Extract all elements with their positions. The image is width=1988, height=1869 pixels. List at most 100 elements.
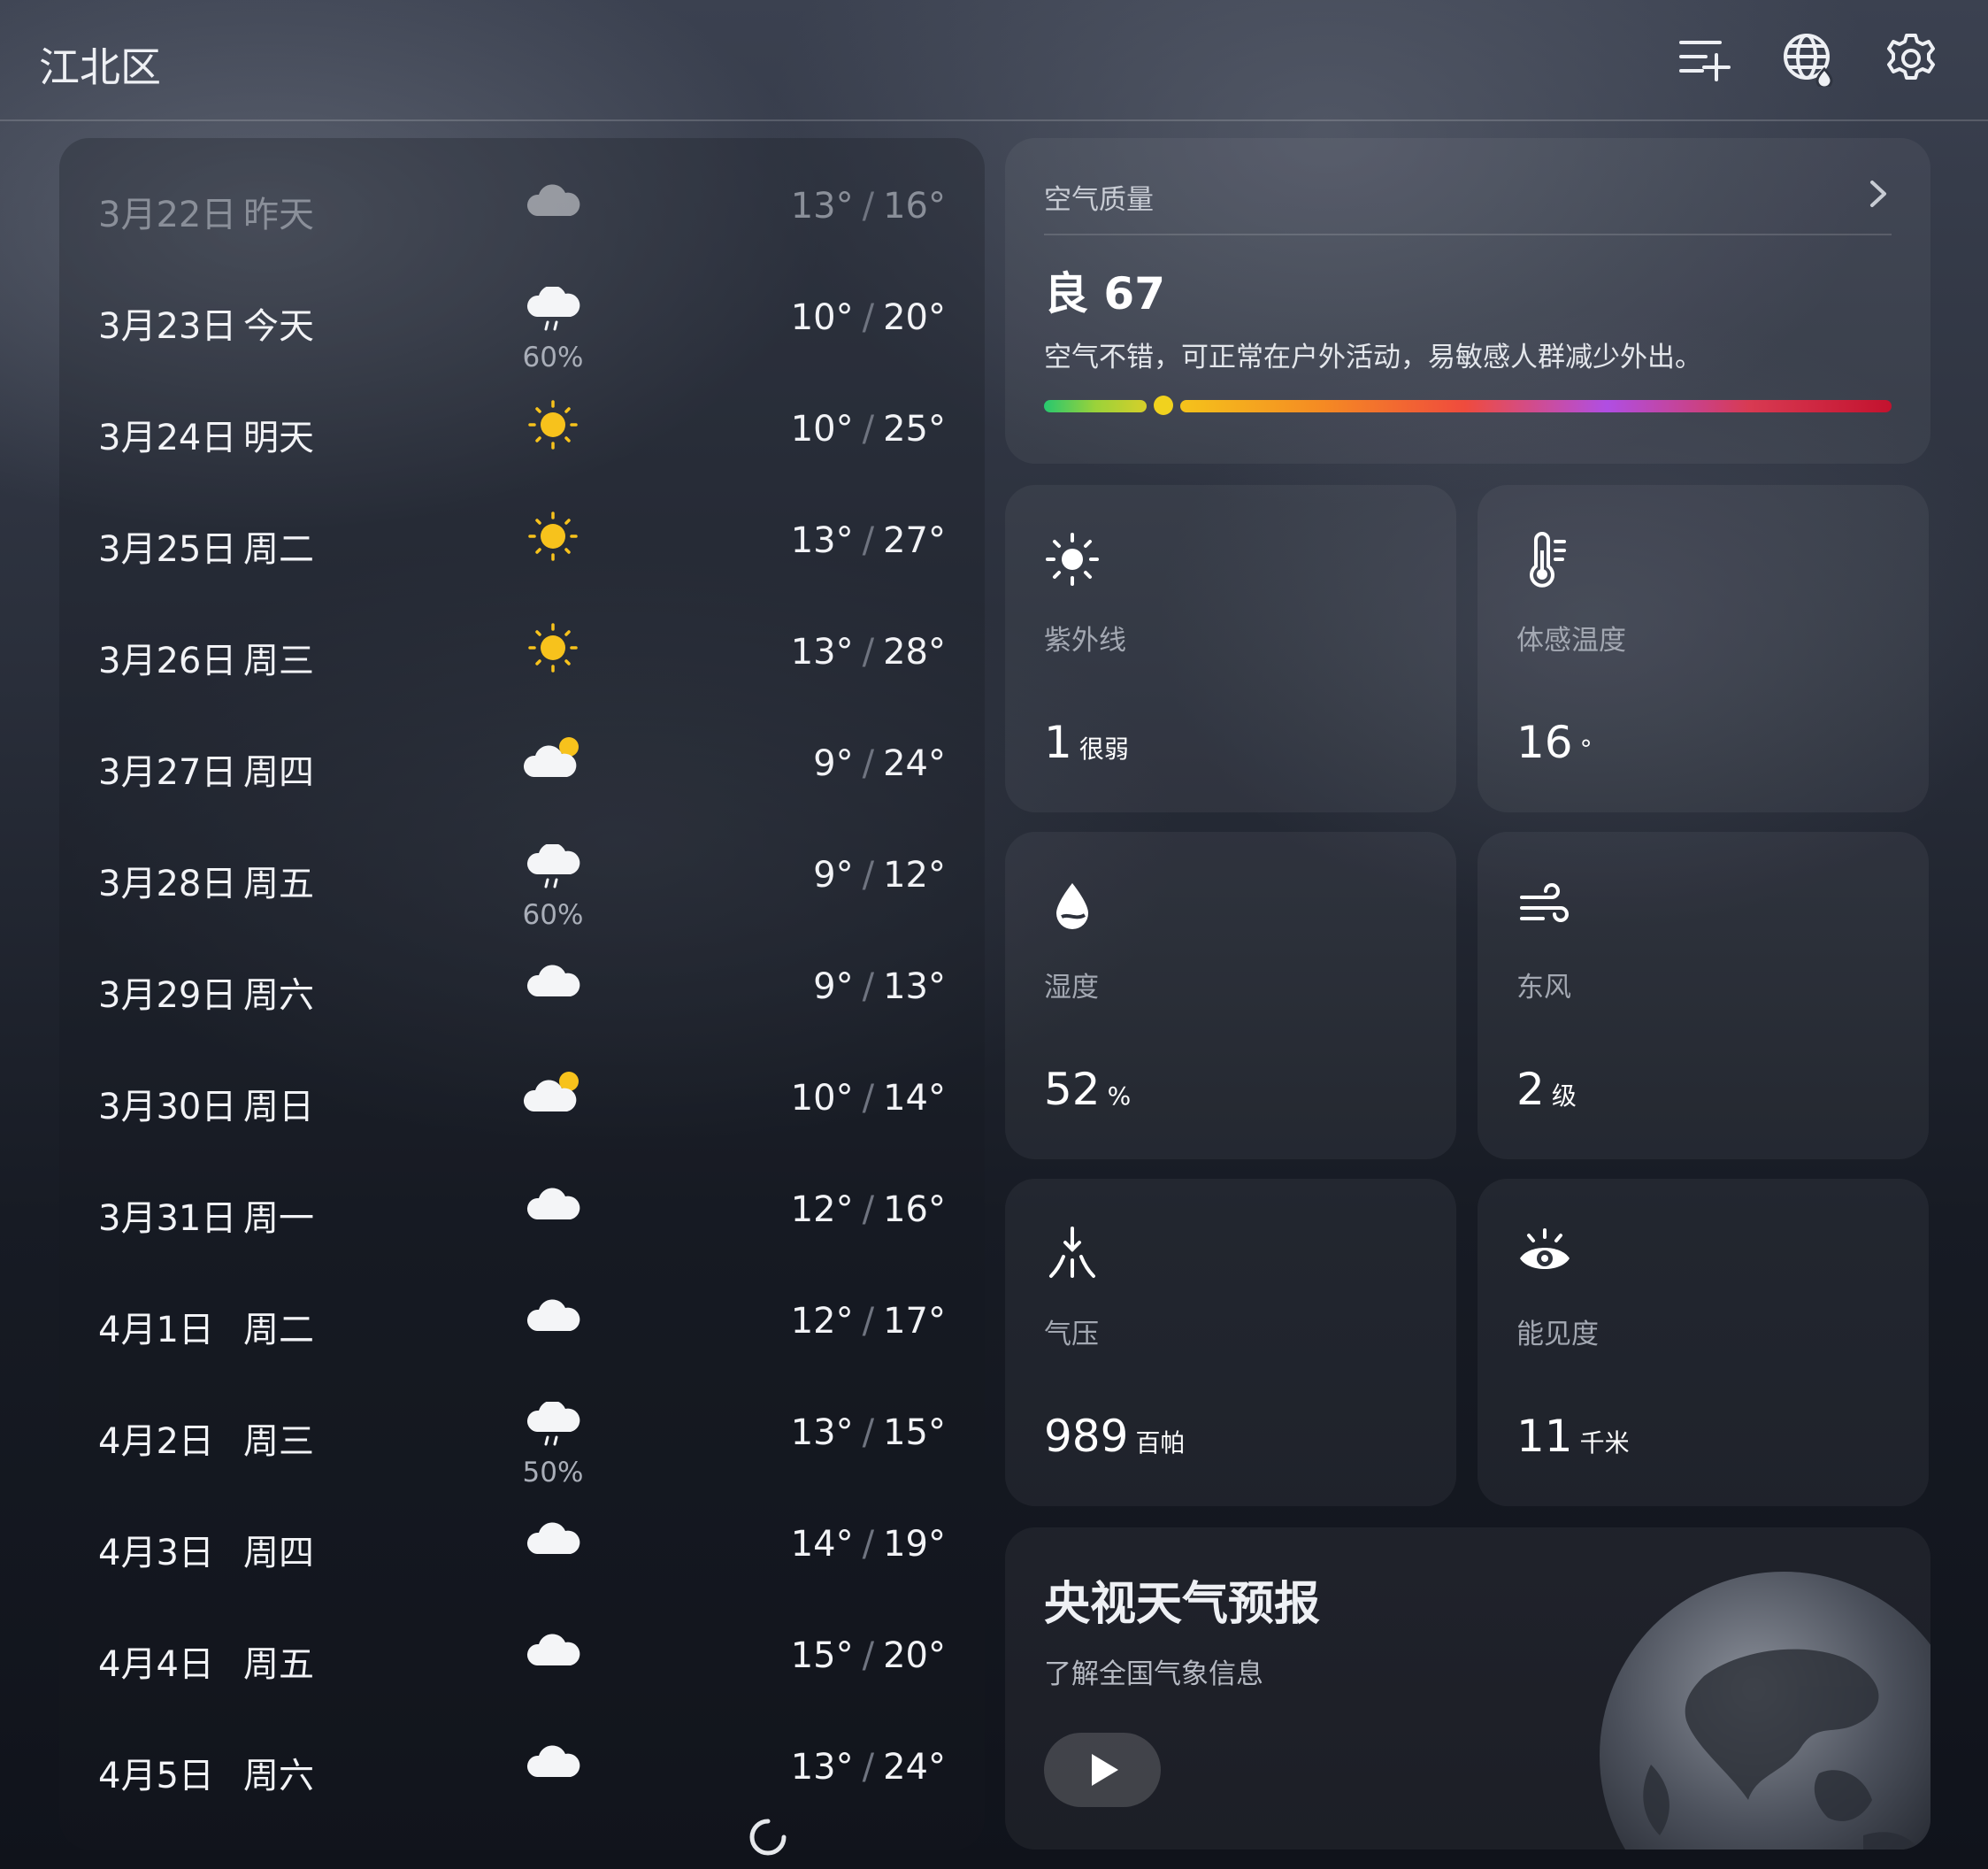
add-list-icon[interactable] [1676, 30, 1732, 87]
high-temp: 24° [883, 743, 946, 784]
low-temp: 13° [790, 632, 854, 673]
low-temp: 13° [790, 1412, 854, 1453]
tile-value: 989 [1044, 1411, 1129, 1462]
feels-like-tile[interactable]: 体感温度 16 ° [1478, 485, 1929, 812]
high-temp: 12° [883, 855, 946, 896]
tile-unit: 很弱 [1078, 735, 1129, 764]
humidity-tile[interactable]: 湿度 52% [1005, 832, 1456, 1159]
cloud-icon [521, 1625, 585, 1678]
low-temp: 12° [790, 1301, 854, 1342]
aqi-indicator [1154, 396, 1173, 415]
aqi-scale [1180, 400, 1892, 412]
forecast-day: 周三 [243, 1421, 314, 1462]
loading-indicator-icon [749, 1819, 787, 1856]
temp-separator: / [862, 1301, 875, 1342]
partly-cloudy-icon [521, 1067, 585, 1120]
droplet-icon [1044, 878, 1101, 934]
forecast-date: 4月1日 [98, 1310, 214, 1350]
low-temp: 13° [790, 520, 854, 561]
low-temp: 10° [790, 1078, 854, 1119]
temp-separator: / [862, 966, 875, 1007]
globe-icon[interactable] [1780, 30, 1837, 89]
forecast-date: 3月25日 [98, 529, 237, 570]
forecast-row[interactable]: 4月3日 周四 14°/19° [59, 1490, 985, 1602]
air-quality-value: 良 67 [1044, 268, 1165, 319]
sun-icon [521, 510, 585, 563]
pressure-label: 气压 [1044, 1319, 1099, 1350]
forecast-day: 周四 [243, 1533, 314, 1573]
cloud-icon [521, 175, 585, 228]
temperature-range: 13°/28° [791, 632, 946, 673]
air-quality-description: 空气不错，可正常在户外活动，易敏感人群减少外出。 [1044, 342, 1702, 373]
air-quality-card[interactable]: 空气质量 良 67 空气不错，可正常在户外活动，易敏感人群减少外出。 [1005, 138, 1930, 464]
forecast-row[interactable]: 3月24日 明天 10°/25° [59, 375, 985, 487]
forecast-row[interactable]: 3月31日 周一 12°/16° [59, 1156, 985, 1267]
feels-like-value: 16 ° [1516, 717, 1593, 768]
high-temp: 28° [883, 632, 946, 673]
daily-forecast-panel[interactable]: 3月22日 昨天 13°/16° 3月23日 今天 60% 10°/20° 3月24日 明天 10… [59, 138, 985, 1850]
feels-like-label: 体感温度 [1516, 625, 1626, 657]
tile-unit: 千米 [1579, 1428, 1630, 1458]
forecast-row[interactable]: 4月4日 周五 15°/20° [59, 1602, 985, 1713]
uv-tile[interactable]: 紫外线 1 很弱 [1005, 485, 1456, 812]
low-temp: 10° [790, 297, 854, 338]
high-temp: 20° [883, 1635, 946, 1676]
tile-unit: 百帕 [1135, 1428, 1186, 1458]
forecast-day: 明天 [243, 418, 314, 458]
visibility-tile[interactable]: 能见度 11 千米 [1478, 1179, 1929, 1506]
temp-separator: / [862, 1412, 875, 1453]
forecast-date: 3月24日 [98, 418, 237, 458]
forecast-row[interactable]: 3月23日 今天 60% 10°/20° [59, 264, 985, 375]
pressure-tile[interactable]: 气压 989 百帕 [1005, 1179, 1456, 1506]
forecast-row[interactable]: 3月29日 周六 9°/13° [59, 933, 985, 1044]
wind-tile[interactable]: 东风 2 级 [1478, 832, 1929, 1159]
high-temp: 13° [883, 966, 946, 1007]
forecast-row[interactable]: 4月2日 周三 50% 13°/15° [59, 1379, 985, 1490]
forecast-date: 4月4日 [98, 1644, 214, 1685]
forecast-row[interactable]: 3月30日 周日 10°/14° [59, 1044, 985, 1156]
visibility-value: 11 千米 [1516, 1411, 1630, 1462]
settings-icon[interactable] [1883, 30, 1939, 87]
low-temp: 9° [813, 743, 854, 784]
forecast-row[interactable]: 3月22日 昨天 13°/16° [59, 152, 985, 264]
forecast-date: 3月27日 [98, 752, 237, 793]
rain-icon [521, 1400, 585, 1455]
temp-separator: / [862, 1189, 875, 1230]
forecast-row[interactable]: 4月1日 周二 12°/17° [59, 1267, 985, 1379]
play-button[interactable] [1044, 1733, 1161, 1807]
forecast-date: 3月22日 [98, 195, 237, 235]
forecast-row[interactable]: 3月28日 周五 60% 9°/12° [59, 821, 985, 933]
humidity-label: 湿度 [1044, 972, 1099, 1004]
uv-value: 1 很弱 [1044, 717, 1129, 768]
forecast-date: 3月23日 [98, 306, 237, 347]
temp-separator: / [862, 520, 875, 561]
temp-separator: / [862, 632, 875, 673]
high-temp: 24° [883, 1747, 946, 1788]
low-temp: 9° [813, 855, 854, 896]
forecast-row[interactable]: 3月27日 周四 9°/24° [59, 710, 985, 821]
temperature-range: 13°/16° [791, 186, 946, 227]
forecast-date: 4月2日 [98, 1421, 214, 1462]
cloud-icon [521, 956, 585, 1009]
aqi-scale-good [1044, 400, 1147, 412]
forecast-day: 周五 [243, 864, 314, 904]
temp-separator: / [862, 1747, 875, 1788]
city-name[interactable]: 江北区 [39, 35, 161, 94]
forecast-row[interactable]: 4月5日 周六 13°/24° [59, 1713, 985, 1825]
cctv-subtitle: 了解全国气象信息 [1044, 1658, 1263, 1690]
low-temp: 9° [813, 966, 854, 1007]
cctv-forecast-card[interactable]: 央视天气预报 了解全国气象信息 [1005, 1527, 1930, 1850]
tile-value: 11 [1516, 1411, 1573, 1462]
high-temp: 25° [883, 409, 946, 450]
wind-label: 东风 [1516, 972, 1571, 1004]
chevron-right-icon[interactable] [1865, 179, 1892, 209]
visibility-label: 能见度 [1516, 1319, 1599, 1350]
forecast-row[interactable]: 3月25日 周二 13°/27° [59, 487, 985, 598]
temp-separator: / [862, 409, 875, 450]
forecast-day: 周五 [243, 1644, 314, 1685]
low-temp: 14° [790, 1524, 854, 1565]
low-temp: 13° [790, 186, 854, 227]
forecast-date: 4月5日 [98, 1756, 214, 1796]
high-temp: 27° [883, 520, 946, 561]
forecast-row[interactable]: 3月26日 周三 13°/28° [59, 598, 985, 710]
